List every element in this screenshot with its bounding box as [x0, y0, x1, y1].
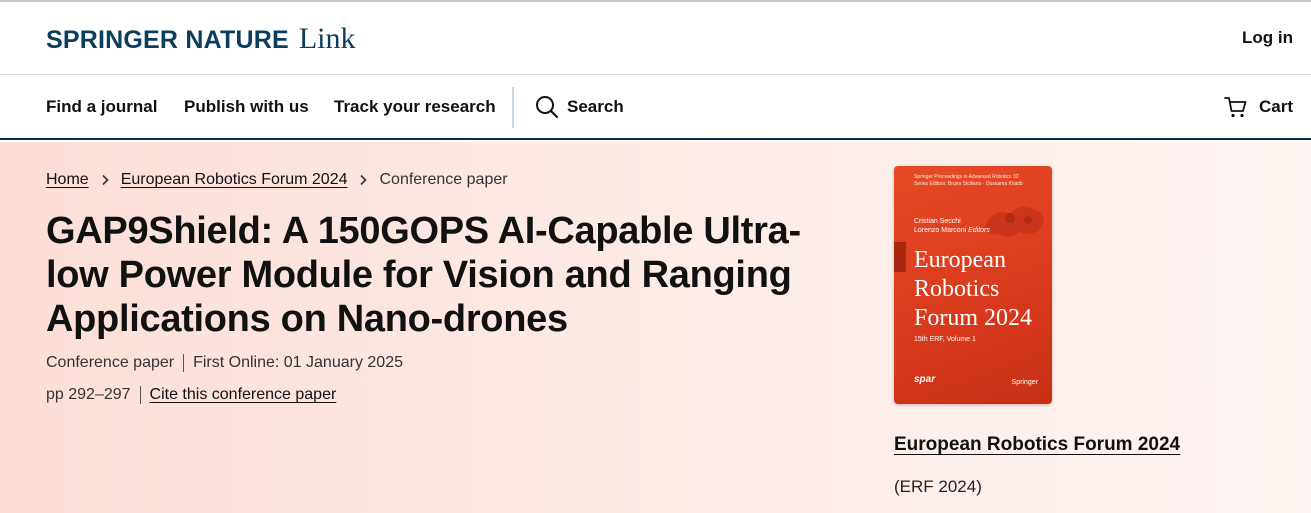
book-cover-image[interactable]: Springer Proceedings in Advanced Robotic…	[894, 166, 1052, 404]
nav-divider	[512, 87, 514, 128]
breadcrumb: Home European Robotics Forum 2024 Confer…	[46, 171, 508, 189]
search-label: Search	[567, 97, 624, 116]
search-icon	[536, 96, 559, 119]
article-title: GAP9Shield: A 150GOPS AI-Capable Ultra-l…	[46, 210, 801, 340]
logo-product: Link	[298, 22, 356, 55]
cart-button[interactable]: Cart	[1224, 95, 1293, 119]
cover-series-text: Springer Proceedings in Advanced Robotic…	[914, 174, 1023, 187]
nav-track-research[interactable]: Track your research	[334, 97, 496, 117]
first-online-date: First Online: 01 January 2025	[193, 354, 403, 371]
book-title-link[interactable]: European Robotics Forum 2024	[894, 434, 1180, 456]
login-link[interactable]: Log in	[1242, 28, 1293, 48]
meta-divider	[183, 354, 185, 372]
springer-nature-link-logo[interactable]: SPRINGER NATURE Link	[46, 22, 356, 56]
article-pages-row: pp 292–297 Cite this conference paper	[46, 386, 336, 404]
search-button[interactable]: Search	[535, 95, 624, 119]
site-header: SPRINGER NATURE Link Log in	[0, 2, 1311, 75]
cart-label: Cart	[1258, 97, 1293, 116]
breadcrumb-current: Conference paper	[379, 171, 508, 188]
cart-icon	[1224, 97, 1247, 118]
nav-find-journal[interactable]: Find a journal	[46, 97, 157, 117]
cover-title: European Robotics Forum 2024	[914, 247, 1033, 331]
cover-subtitle: 15th ERF, Volume 1	[914, 336, 976, 343]
chevron-right-icon	[360, 174, 368, 186]
springer-logo: Springer	[1011, 379, 1038, 386]
logo-brand: SPRINGER NATURE	[46, 26, 289, 54]
nav-publish-with-us[interactable]: Publish with us	[184, 97, 309, 117]
chevron-right-icon	[102, 174, 109, 186]
article-meta: Conference paper First Online: 01 Januar…	[46, 354, 403, 372]
article-hero: Home European Robotics Forum 2024 Confer…	[0, 142, 1311, 513]
cover-editors: Cristian Secchi Lorenzo Marconi Editors	[914, 218, 990, 234]
meta-divider	[139, 386, 141, 404]
main-nav: Find a journal Publish with us Track you…	[0, 75, 1311, 140]
cover-robot-illustration	[985, 206, 1044, 237]
page-range: pp 292–297	[46, 386, 131, 403]
content-type: Conference paper	[46, 354, 175, 371]
cover-stripe	[894, 242, 906, 272]
spar-logo: spar	[914, 374, 936, 385]
breadcrumb-home[interactable]: Home	[46, 171, 89, 189]
cite-link[interactable]: Cite this conference paper	[150, 386, 337, 404]
book-abbreviation: (ERF 2024)	[894, 477, 982, 496]
breadcrumb-book[interactable]: European Robotics Forum 2024	[121, 171, 348, 189]
